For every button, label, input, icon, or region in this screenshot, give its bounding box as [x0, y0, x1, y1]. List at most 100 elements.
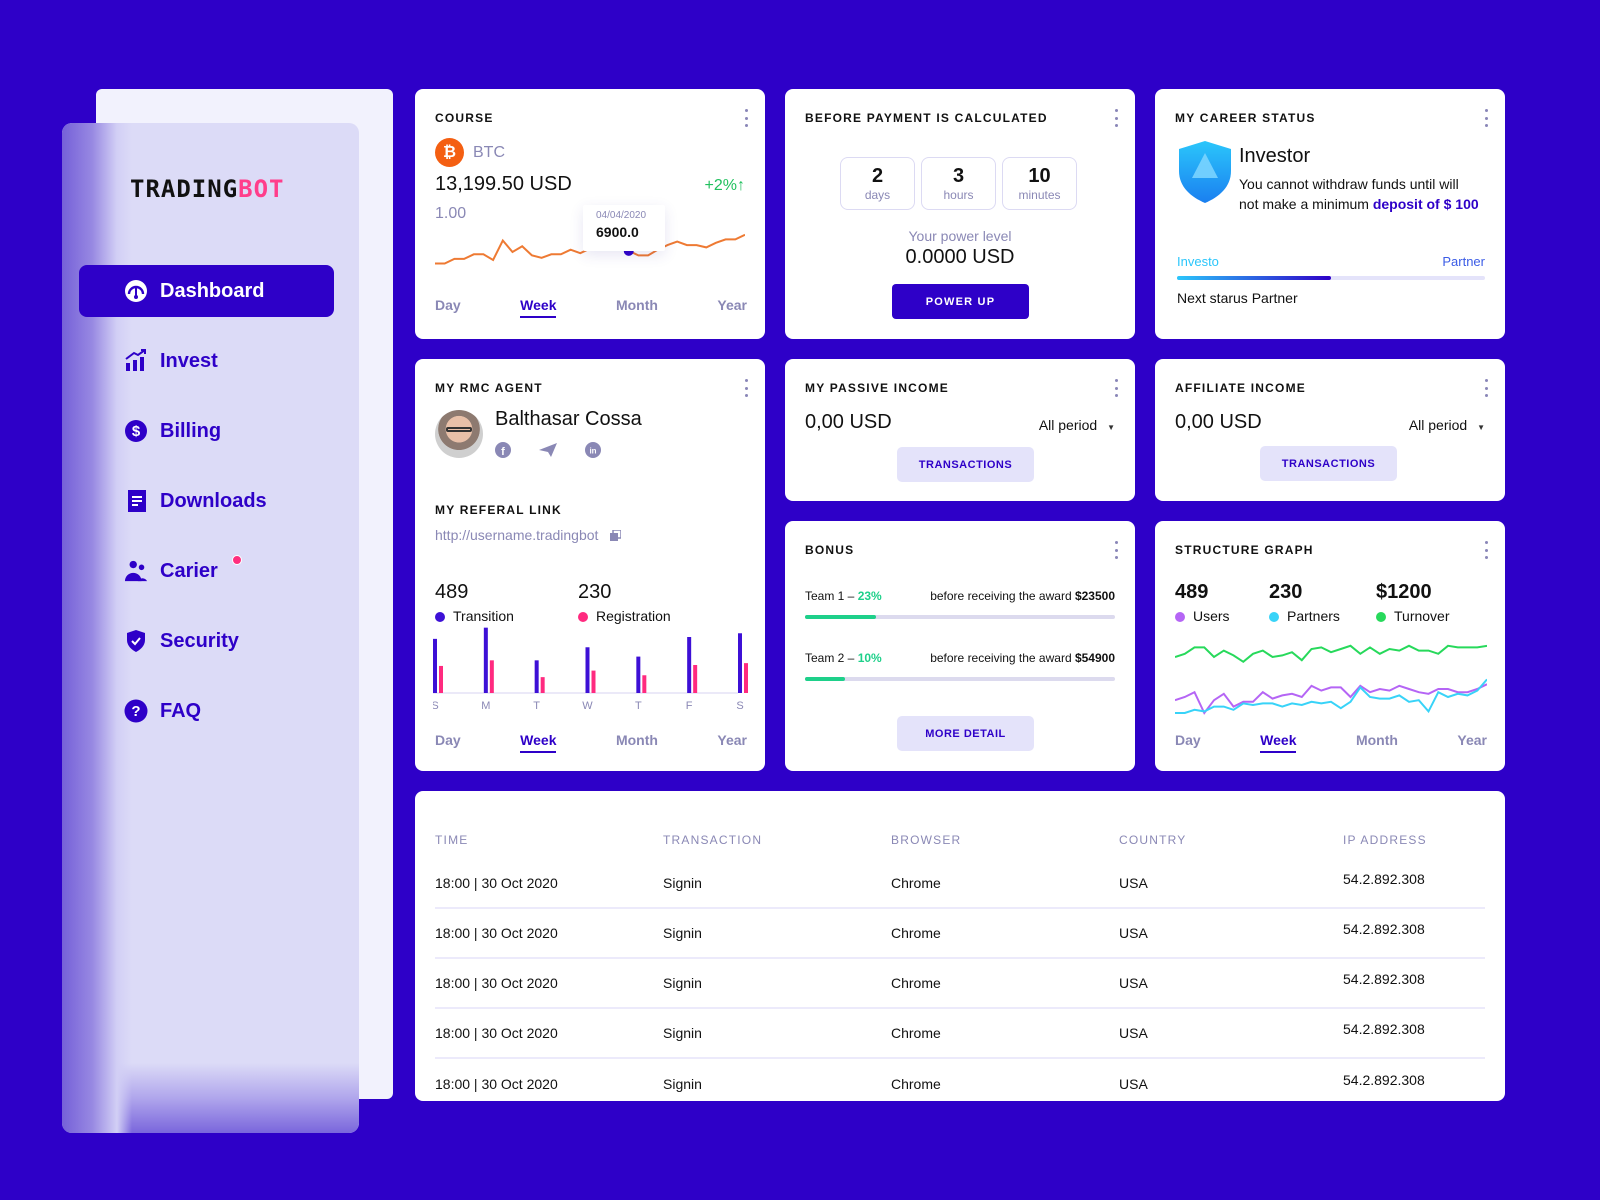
x-tick-label: S — [736, 700, 743, 712]
sub-value: 1.00 — [435, 205, 467, 222]
sidebar: TRADINGBOT Dashboard Invest $ Billing Do… — [62, 123, 359, 1133]
power-level-label: Your power level — [908, 228, 1012, 244]
tab-month[interactable]: Month — [616, 732, 658, 753]
cell-transaction: Signin — [663, 1076, 702, 1092]
x-tick-label: T — [635, 700, 642, 712]
bitcoin-icon: ₿ — [435, 138, 464, 167]
bar-transition — [433, 638, 437, 693]
structure-line-chart — [1175, 644, 1487, 715]
more-menu-icon[interactable] — [1113, 379, 1119, 397]
tab-day[interactable]: Day — [1175, 732, 1201, 753]
column-header[interactable]: COUNTRY — [1119, 833, 1343, 847]
table-row[interactable]: 18:00 | 30 Oct 2020 Signin Chrome USA 54… — [435, 1059, 1485, 1109]
period-select[interactable]: All period ▼ — [1409, 417, 1485, 433]
tab-week[interactable]: Week — [520, 732, 557, 753]
sidebar-item-downloads[interactable]: Downloads — [79, 475, 334, 527]
column-header[interactable]: TRANSACTION — [663, 833, 891, 847]
column-header[interactable]: IP ADDRESS — [1343, 833, 1485, 847]
table-row[interactable]: 18:00 | 30 Oct 2020 Signin Chrome USA 54… — [435, 959, 1485, 1009]
more-menu-icon[interactable] — [1483, 541, 1489, 559]
table-row[interactable]: 18:00 | 30 Oct 2020 Signin Chrome USA 54… — [435, 909, 1485, 959]
stat-users: 489 Users — [1175, 581, 1230, 624]
more-menu-icon[interactable] — [1483, 109, 1489, 127]
course-card: COURSE ₿ BTC 13,199.50 USD +2%↑ 1.00 04/… — [415, 89, 765, 339]
team-percent: 23% — [857, 589, 882, 603]
stat-partners: 230 Partners — [1269, 581, 1340, 624]
tab-month[interactable]: Month — [616, 297, 658, 318]
tab-day[interactable]: Day — [435, 732, 461, 753]
tooltip-date: 04/04/2020 — [596, 210, 647, 221]
more-detail-button[interactable]: MORE DETAIL — [897, 716, 1034, 751]
series-line-users — [1175, 683, 1487, 715]
payment-card: BEFORE PAYMENT IS CALCULATED 2 days 3 ho… — [785, 89, 1135, 339]
transactions-button[interactable]: TRANSACTIONS — [897, 447, 1034, 482]
table-row[interactable]: 18:00 | 30 Oct 2020 Signin Chrome USA 54… — [435, 1009, 1485, 1059]
sidebar-item-carier[interactable]: Carier — [79, 545, 334, 597]
sidebar-item-billing[interactable]: $ Billing — [79, 405, 334, 457]
investor-shield-icon — [1179, 141, 1231, 203]
more-menu-icon[interactable] — [1113, 541, 1119, 559]
table-row[interactable]: 18:00 | 30 Oct 2020 Signin Chrome USA 54… — [435, 859, 1485, 909]
affiliate-income-card: AFFILIATE INCOME 0,00 USD All period ▼ T… — [1155, 359, 1505, 501]
team-2-progress-fill — [805, 677, 846, 681]
coin-row: ₿ BTC — [435, 138, 505, 167]
cell-time: 18:00 | 30 Oct 2020 — [435, 925, 558, 941]
column-header[interactable]: BROWSER — [891, 833, 1119, 847]
period-value: All period — [1038, 417, 1098, 433]
sidebar-item-label: Billing — [160, 419, 222, 442]
deposit-link[interactable]: deposit of $ 100 — [1373, 196, 1479, 212]
tab-week[interactable]: Week — [520, 297, 557, 318]
sidebar-item-faq[interactable]: ? FAQ — [79, 685, 334, 737]
career-progress-fill — [1177, 276, 1331, 280]
countdown-unit: days — [864, 188, 891, 202]
more-menu-icon[interactable] — [743, 109, 749, 127]
tab-year[interactable]: Year — [1457, 732, 1487, 753]
dashboard-gauge-icon — [124, 279, 148, 303]
question-circle-icon: ? — [124, 699, 148, 723]
tab-month[interactable]: Month — [1356, 732, 1398, 753]
passive-income-card: MY PASSIVE INCOME 0,00 USD All period ▼ … — [785, 359, 1135, 501]
cell-country: USA — [1119, 1076, 1148, 1092]
team-label: Team 2 – — [805, 651, 858, 665]
telegram-icon[interactable] — [539, 442, 557, 458]
career-description: You cannot withdraw funds until will not… — [1239, 174, 1479, 214]
period-select[interactable]: All period ▼ — [1039, 417, 1115, 433]
facebook-icon[interactable]: f — [495, 442, 511, 458]
transactions-button[interactable]: TRANSACTIONS — [1260, 446, 1397, 481]
more-menu-icon[interactable] — [1113, 109, 1119, 127]
more-menu-icon[interactable] — [1483, 379, 1489, 397]
stat-value: 489 — [1175, 581, 1209, 603]
sidebar-item-invest[interactable]: Invest — [79, 335, 334, 387]
cell-browser: Chrome — [891, 1076, 941, 1092]
tab-day[interactable]: Day — [435, 297, 461, 318]
structure-graph-card: STRUCTURE GRAPH 489 Users 230 Partners $… — [1155, 521, 1505, 771]
cell-transaction: Signin — [663, 975, 702, 991]
tooltip-value: 6900.0 — [596, 224, 639, 240]
coin-name: BTC — [473, 143, 505, 161]
column-header[interactable]: TIME — [435, 833, 663, 847]
bonus-team-1: Team 1 – 23% before receiving the award … — [805, 589, 1115, 603]
power-up-button[interactable]: POWER UP — [892, 284, 1029, 319]
period-tabs: Day Week Month Year — [435, 297, 747, 318]
team-1-progress-fill — [805, 615, 877, 619]
card-title: AFFILIATE INCOME — [1175, 381, 1306, 395]
period-tabs: Day Week Month Year — [435, 732, 747, 753]
bar-registration — [744, 663, 748, 693]
svg-text:?: ? — [131, 703, 140, 720]
tab-week[interactable]: Week — [1260, 732, 1297, 753]
copy-icon[interactable] — [610, 529, 622, 541]
sidebar-item-dashboard[interactable]: Dashboard — [79, 265, 334, 317]
tab-year[interactable]: Year — [717, 732, 747, 753]
legend-dot — [435, 612, 445, 623]
cell-time: 18:00 | 30 Oct 2020 — [435, 975, 558, 991]
card-title: BONUS — [805, 543, 855, 557]
referral-bar-chart: SMTWTFS — [433, 627, 748, 712]
sidebar-item-security[interactable]: Security — [79, 615, 334, 667]
referral-link[interactable]: http://username.tradingbot — [435, 527, 598, 543]
caret-down-icon: ▼ — [1107, 423, 1115, 432]
cell-ip: 54.2.892.308 — [1343, 971, 1425, 987]
card-title: COURSE — [435, 111, 494, 125]
linkedin-icon[interactable]: in — [585, 442, 601, 458]
tab-year[interactable]: Year — [717, 297, 747, 318]
more-menu-icon[interactable] — [743, 379, 749, 397]
